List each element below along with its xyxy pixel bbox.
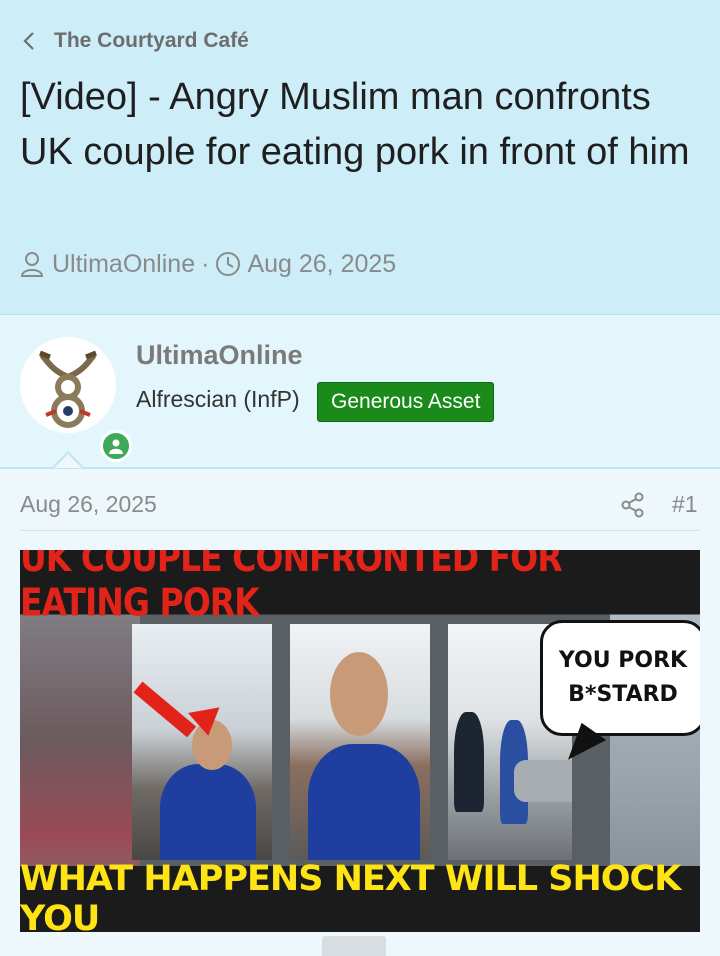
breadcrumb[interactable]: The Courtyard Café: [22, 26, 249, 56]
meta-separator: ·: [201, 249, 210, 278]
breadcrumb-link[interactable]: The Courtyard Café: [54, 29, 249, 53]
chevron-left-icon[interactable]: [22, 30, 36, 52]
thumb-top-text: UK COUPLE CONFRONTED FOR EATING PORK: [20, 550, 700, 625]
post-date-link[interactable]: Aug 26, 2025: [20, 491, 157, 518]
thumb-panel-1: [132, 624, 272, 860]
online-status-icon: [100, 430, 132, 462]
thumb-arrow-head: [187, 707, 225, 739]
video-thumbnail[interactable]: YOU PORK B*STARD UK COUPLE CONFRONTED FO…: [20, 550, 700, 932]
divider: [20, 530, 700, 531]
thumb-panel-2: [290, 624, 430, 860]
bubble-line-2: B*STARD: [568, 682, 678, 707]
user-title: Alfrescian (InfP): [136, 386, 300, 412]
user-icon: [20, 251, 46, 277]
thread-header: The Courtyard Café [Video] - Angry Musli…: [0, 0, 720, 315]
thumb-figure: [308, 744, 420, 860]
thumb-figure: [160, 764, 256, 860]
thumb-speech-bubble: YOU PORK B*STARD: [540, 620, 700, 736]
bubble-line-1: YOU PORK: [558, 648, 688, 673]
user-banner-badge: Generous Asset: [317, 382, 495, 422]
post-number-link[interactable]: #1: [672, 491, 698, 518]
thread-title: [Video] - Angry Muslim man confronts UK …: [20, 76, 690, 173]
share-icon[interactable]: [620, 492, 646, 518]
thumb-figure-head: [330, 652, 388, 736]
avatar[interactable]: [20, 337, 132, 462]
thumb-figure: [454, 712, 484, 812]
thumb-car: [514, 760, 572, 802]
thumb-bottom-text: WHAT HAPPENS NEXT WILL SHOCK YOU: [20, 859, 700, 932]
next-attachment-preview[interactable]: [322, 936, 386, 956]
thread-date-link[interactable]: Aug 26, 2025: [247, 250, 396, 279]
post-username[interactable]: UltimaOnline: [136, 340, 303, 371]
thread-author-link[interactable]: UltimaOnline: [52, 250, 195, 279]
clock-icon: [215, 251, 241, 277]
thread-meta: UltimaOnline · Aug 26, 2025: [20, 248, 396, 280]
